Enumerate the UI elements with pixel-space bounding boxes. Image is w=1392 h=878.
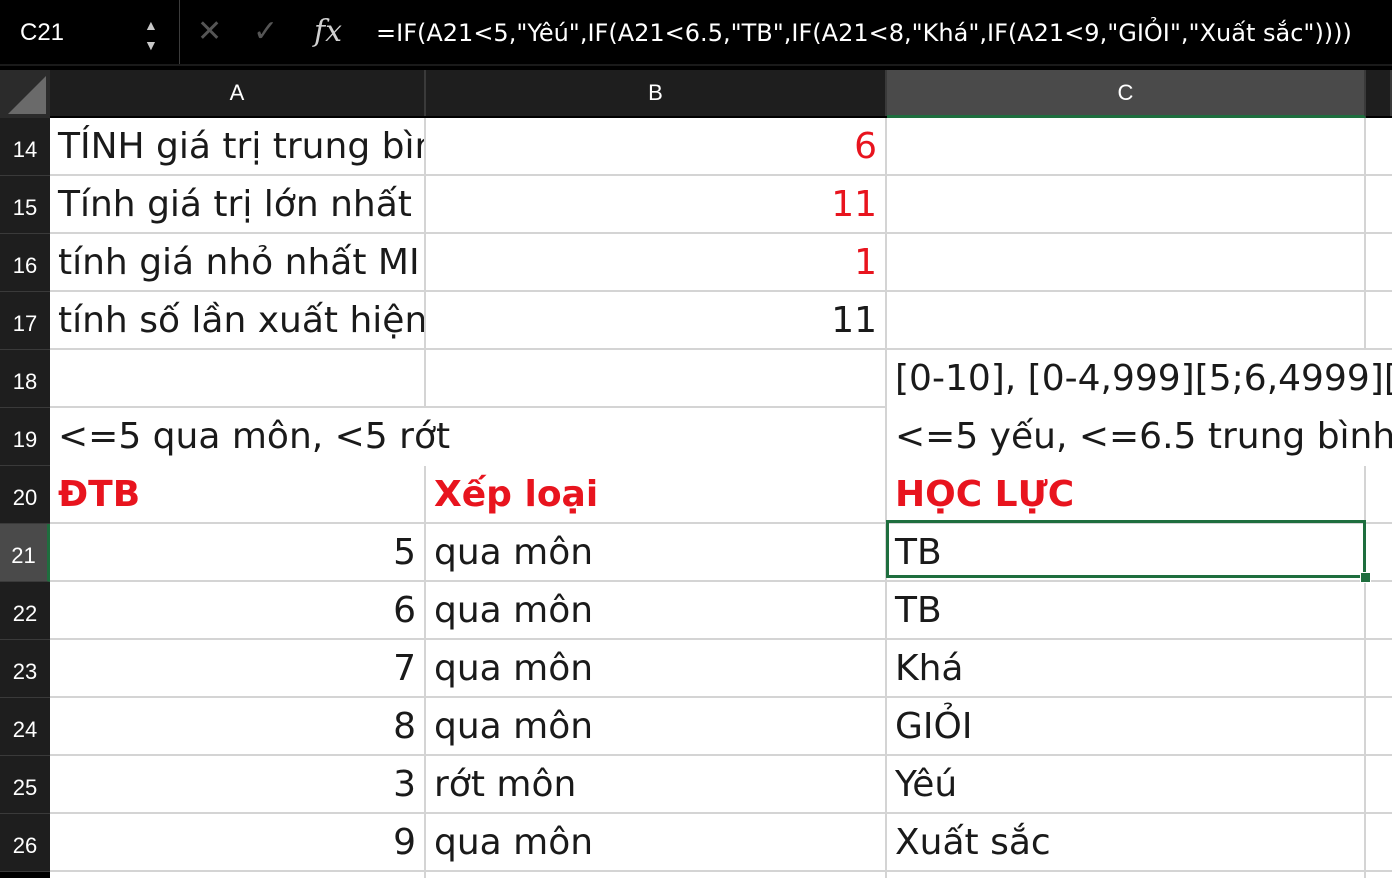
cell-b18[interactable] [426,350,885,408]
active-cell-selection[interactable] [886,520,1366,578]
name-box-value[interactable]: C21 [20,18,64,48]
row-header-15[interactable]: 15 [0,176,50,234]
row-header-18[interactable]: 18 [0,350,50,408]
cell-b23[interactable]: qua môn [426,640,885,698]
row-header-25[interactable]: 25 [0,756,50,814]
cell-b14[interactable]: 6 [426,118,885,176]
cell-a14[interactable]: TÍNH giá trị trung bìn [50,118,424,176]
row-header-24[interactable]: 24 [0,698,50,756]
cell-c20[interactable]: HỌC LỰC [887,466,1364,524]
cell-c23[interactable]: Khá [887,640,1364,698]
cell-b22[interactable]: qua môn [426,582,885,640]
formula-input[interactable]: =IF(A21<5,"Yêú",IF(A21<6.5,"TB",IF(A21<8… [376,18,1352,48]
cell-b20[interactable]: Xếp loại [426,466,885,524]
cell-c25[interactable]: Yêú [887,756,1364,814]
column-header-b[interactable]: B [426,70,887,116]
cell-a23[interactable]: 7 [50,640,424,698]
cell-c14[interactable] [887,118,1364,176]
cell-b21[interactable]: qua môn [426,524,885,582]
row-header-20[interactable]: 20 [0,466,50,524]
cell-c18[interactable]: [0-10], [0-4,999][5;6,4999][6 [887,350,1392,408]
fill-handle[interactable] [1360,572,1371,583]
cell-a15[interactable]: Tính giá trị lớn nhất [50,176,424,234]
cell-b24[interactable]: qua môn [426,698,885,756]
cell-c22[interactable]: TB [887,582,1364,640]
cell-b26[interactable]: qua môn [426,814,885,872]
cell-a20[interactable]: ĐTB [50,466,424,524]
cell-a24[interactable]: 8 [50,698,424,756]
cell-c15[interactable] [887,176,1364,234]
cancel-icon[interactable]: ✕ [197,14,222,50]
column-header-a[interactable]: A [50,70,426,116]
row-header-26[interactable]: 26 [0,814,50,872]
enter-icon[interactable]: ✓ [253,14,278,50]
row-header-17[interactable]: 17 [0,292,50,350]
row-header-21[interactable]: 21 [0,524,50,582]
stepper-down-icon[interactable]: ▼ [144,38,158,52]
cell-a16[interactable]: tính giá nhỏ nhất MI [50,234,424,292]
cell-a19[interactable]: <=5 qua môn, <5 rớt [50,408,885,466]
cell-b16[interactable]: 1 [426,234,885,292]
cell-b15[interactable]: 11 [426,176,885,234]
select-all-button[interactable] [0,70,50,118]
cell-a17[interactable]: tính số lần xuất hiện [50,292,424,350]
row-header-23[interactable]: 23 [0,640,50,698]
fx-icon[interactable]: fx [314,14,342,50]
cell-a22[interactable]: 6 [50,582,424,640]
name-box[interactable]: C21 ▲ ▼ [0,0,180,64]
cell-a21[interactable]: 5 [50,524,424,582]
column-header-d-partial[interactable] [1366,70,1392,116]
cell-c17[interactable] [887,292,1364,350]
cell-c16[interactable] [887,234,1364,292]
cell-a25[interactable]: 3 [50,756,424,814]
cell-c26[interactable]: Xuất sắc [887,814,1364,872]
row-header-14[interactable]: 14 [0,118,50,176]
row-header-16[interactable]: 16 [0,234,50,292]
row-header-19[interactable]: 19 [0,408,50,466]
cell-a26[interactable]: 9 [50,814,424,872]
formula-bar: C21 ▲ ▼ ✕ ✓ fx =IF(A21<5,"Yêú",IF(A21<6.… [0,0,1392,66]
cell-grid: TÍNH giá trị trung bìn 6 Tính giá trị lớ… [50,118,1392,878]
stepper-up-icon[interactable]: ▲ [144,18,158,32]
cell-b25[interactable]: rớt môn [426,756,885,814]
cell-c19[interactable]: <=5 yếu, <=6.5 trung bình, < [887,408,1392,466]
select-all-triangle-icon [8,76,46,114]
column-header-c[interactable]: C [887,70,1366,118]
row-header-22[interactable]: 22 [0,582,50,640]
cell-b17[interactable]: 11 [426,292,885,350]
cell-a18[interactable] [50,350,424,408]
cell-c24[interactable]: GIỎI [887,698,1364,756]
